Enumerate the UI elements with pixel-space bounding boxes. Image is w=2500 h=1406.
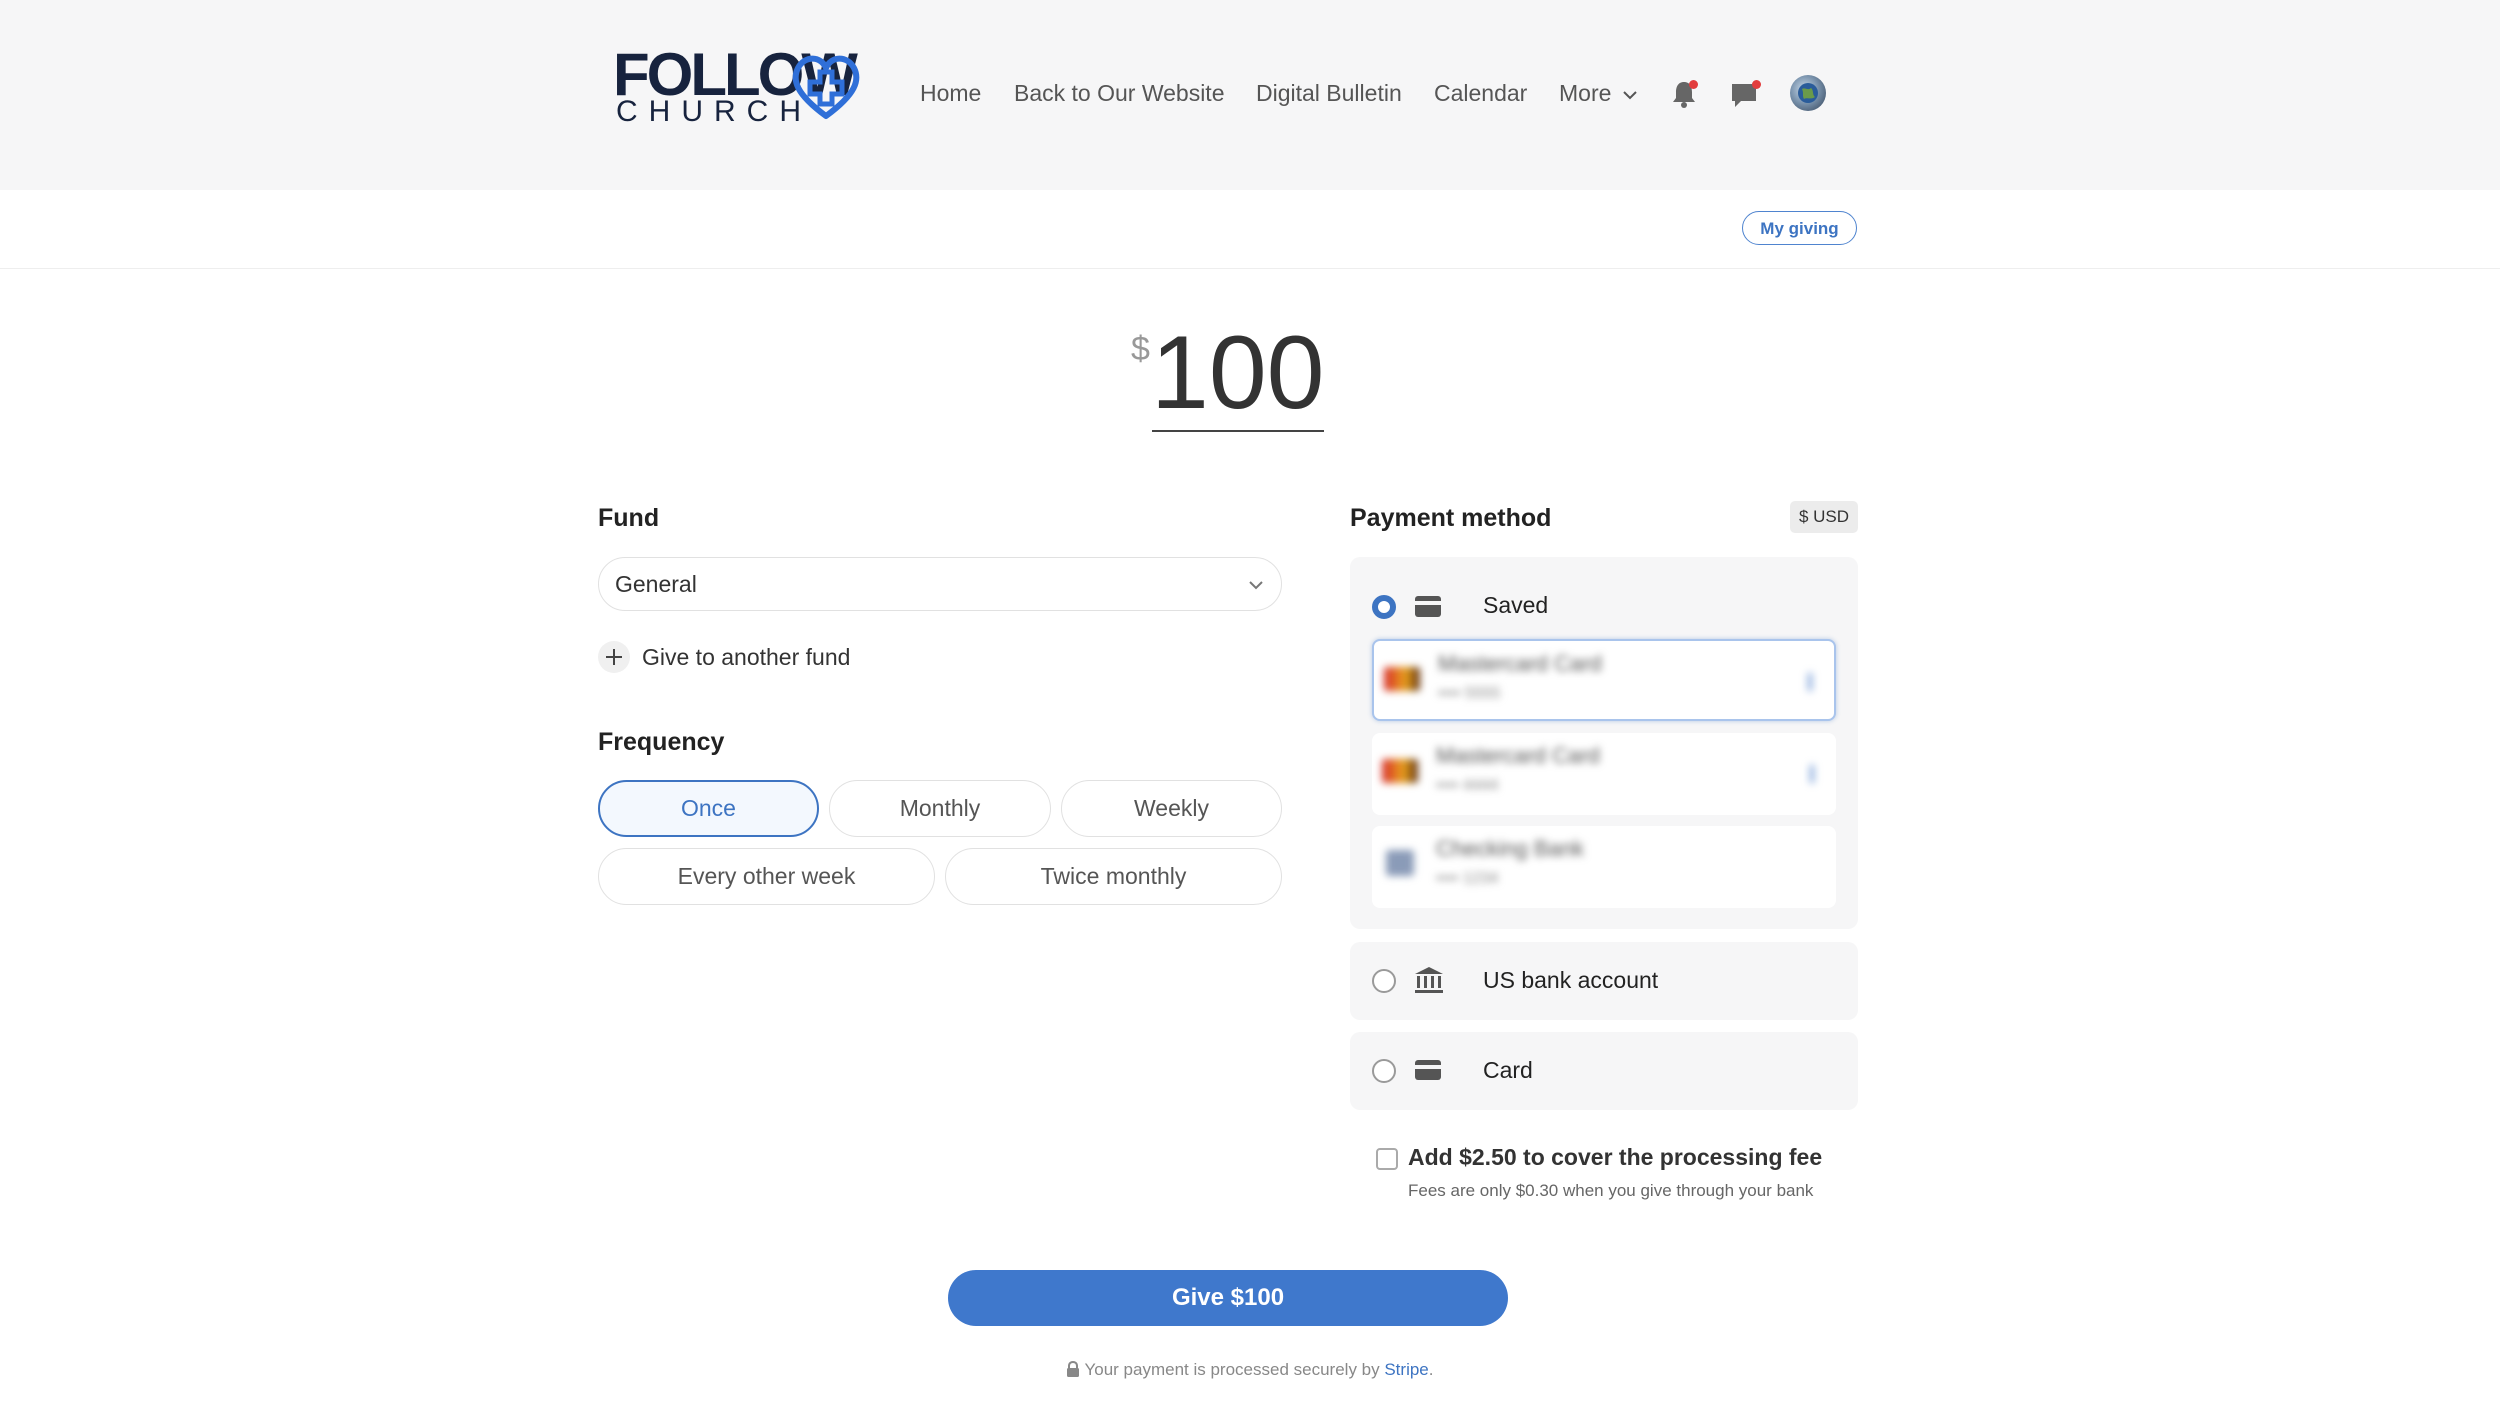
menu-dots-icon[interactable] [1810, 765, 1814, 783]
amount-underline [1152, 430, 1324, 432]
logo-text-church[interactable]: CHURCH [616, 97, 812, 127]
saved-method-row[interactable]: Checking Bank •••• 1234 [1372, 826, 1836, 908]
bank-account-radio[interactable] [1372, 969, 1396, 993]
wallet-icon [1415, 596, 1441, 617]
nav-more[interactable]: More [1559, 78, 1638, 108]
card-option[interactable]: Card [1350, 1032, 1858, 1110]
amount-currency-symbol: $ [1131, 330, 1150, 368]
messages-button[interactable] [1726, 76, 1762, 112]
saved-method-name: Mastercard Card [1438, 651, 1602, 676]
bank-account-label: US bank account [1483, 967, 1659, 993]
amount-input[interactable]: 100 [1151, 313, 1325, 433]
chevron-down-icon [1623, 91, 1637, 100]
chevron-down-icon [1249, 581, 1263, 590]
frequency-heading: Frequency [598, 728, 725, 756]
card-brand-icon [1384, 667, 1420, 691]
bank-icon [1415, 967, 1443, 993]
saved-method-last4: •••• 1234 [1436, 870, 1499, 887]
saved-label: Saved [1483, 592, 1549, 618]
secure-text: Your payment is processed securely by [1084, 1360, 1385, 1379]
notifications-button[interactable] [1666, 76, 1702, 112]
bank-account-option[interactable]: US bank account [1350, 942, 1858, 1020]
bank-icon [1386, 850, 1414, 876]
saved-method-row[interactable]: Mastercard Card •••• 5555 [1372, 639, 1836, 721]
menu-dots-icon[interactable] [1808, 673, 1812, 691]
frequency-every-other-week[interactable]: Every other week [598, 848, 935, 905]
saved-method-row[interactable]: Mastercard Card •••• 4444 [1372, 733, 1836, 815]
message-dot [1752, 80, 1761, 89]
frequency-twice-monthly[interactable]: Twice monthly [945, 848, 1282, 905]
saved-method-name: Checking Bank [1436, 836, 1584, 861]
credit-card-icon [1415, 1060, 1441, 1080]
saved-method-name: Mastercard Card [1436, 743, 1600, 768]
fee-note: Fees are only $0.30 when you give throug… [1408, 1181, 1814, 1200]
logo-heart-cross-icon[interactable] [790, 50, 862, 122]
saved-radio[interactable] [1372, 595, 1396, 619]
card-label: Card [1483, 1057, 1533, 1083]
saved-method-last4: •••• 4444 [1436, 777, 1499, 794]
nav-back-to-website[interactable]: Back to Our Website [1014, 78, 1225, 108]
my-giving-button[interactable]: My giving [1742, 211, 1857, 245]
currency-badge[interactable]: $ USD [1790, 501, 1858, 533]
fund-heading: Fund [598, 504, 660, 532]
card-radio[interactable] [1372, 1059, 1396, 1083]
stripe-link[interactable]: Stripe [1384, 1360, 1428, 1379]
give-button[interactable]: Give $100 [948, 1270, 1508, 1326]
card-brand-icon [1382, 759, 1418, 783]
saved-method-last4: •••• 5555 [1438, 685, 1501, 702]
nav-digital-bulletin[interactable]: Digital Bulletin [1256, 78, 1402, 108]
nav-home[interactable]: Home [920, 78, 981, 108]
cover-fee-label[interactable]: Add $2.50 to cover the processing fee [1408, 1142, 1822, 1172]
secure-text-end: . [1428, 1360, 1434, 1379]
payment-method-heading: Payment method [1350, 504, 1552, 532]
fund-select[interactable]: General [598, 557, 1282, 611]
add-fund-plus-icon[interactable] [598, 641, 630, 673]
frequency-weekly[interactable]: Weekly [1061, 780, 1282, 837]
fund-selected-value: General [615, 571, 697, 597]
give-to-another-fund-link[interactable]: Give to another fund [642, 642, 850, 672]
notification-dot [1689, 80, 1698, 89]
header-divider [0, 268, 2500, 269]
frequency-once[interactable]: Once [598, 780, 819, 837]
avatar-globe-icon [1798, 83, 1818, 103]
nav-more-label: More [1559, 80, 1612, 106]
lock-icon [1067, 1360, 1080, 1377]
cover-fee-checkbox[interactable] [1376, 1148, 1398, 1170]
frequency-monthly[interactable]: Monthly [829, 780, 1051, 837]
top-header: FOLLOW CHURCH Home Back to Our Website D… [0, 0, 2500, 190]
nav-calendar[interactable]: Calendar [1434, 78, 1527, 108]
avatar[interactable] [1790, 75, 1826, 111]
secure-payment-note: Your payment is processed securely by St… [0, 1360, 2500, 1380]
